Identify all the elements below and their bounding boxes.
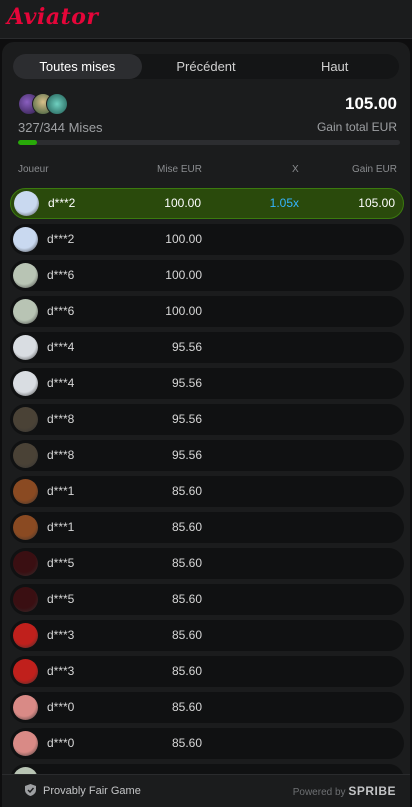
- bet-amount: 85.60: [171, 664, 202, 678]
- table-row: d***4 95.56: [10, 332, 404, 363]
- player-name: d***8: [47, 448, 75, 462]
- avatar: [13, 587, 38, 612]
- table-row: d***1 85.60: [10, 512, 404, 543]
- col-bet: Mise EUR: [157, 164, 203, 175]
- col-multiplier: X: [292, 164, 299, 175]
- bet-amount: 95.56: [171, 448, 202, 462]
- avatar: [13, 695, 38, 720]
- bets-list: d***2 100.00 1.05x 105.00 d***2 100.00 d***6 10…: [10, 188, 404, 800]
- footer: Provably Fair Game Powered by SPRIBE: [2, 774, 410, 807]
- avatar: [13, 659, 38, 684]
- bet-amount: 85.60: [171, 484, 202, 498]
- table-row: d***5 85.60: [10, 548, 404, 579]
- shield-icon: [25, 784, 36, 796]
- table-row: d***8 95.56: [10, 440, 404, 471]
- provably-fair-link[interactable]: Provably Fair Game: [43, 785, 141, 797]
- bets-summary: 327/344 Mises 105.00 Gain total EUR: [2, 90, 410, 150]
- bet-amount: 100.00: [165, 232, 202, 246]
- avatar: [13, 263, 38, 288]
- player-name: d***2: [47, 232, 75, 246]
- multiplier: 1.05x: [269, 196, 299, 210]
- spribe-logo: SPRIBE: [348, 784, 396, 798]
- avatar: [13, 227, 38, 252]
- player-name: d***3: [47, 664, 75, 678]
- player-name: d***6: [47, 304, 75, 318]
- player-name: d***3: [47, 628, 75, 642]
- player-name: d***0: [47, 700, 75, 714]
- tab-previous[interactable]: Précédent: [142, 54, 271, 79]
- avatar: [13, 407, 38, 432]
- player-name: d***2: [48, 196, 76, 210]
- bet-amount: 100.00: [165, 304, 202, 318]
- bet-amount: 85.60: [171, 520, 202, 534]
- table-row: d***4 95.56: [10, 368, 404, 399]
- table-row: d***8 95.56: [10, 404, 404, 435]
- col-gain: Gain EUR: [351, 164, 397, 175]
- avatar: [13, 623, 38, 648]
- table-row: d***2 100.00 1.05x 105.00: [10, 188, 404, 219]
- player-name: d***5: [47, 592, 75, 606]
- player-name: d***6: [47, 268, 75, 282]
- tab-all-bets[interactable]: Toutes mises: [13, 54, 142, 79]
- bet-amount: 85.60: [171, 736, 202, 750]
- powered-by-label: Powered by: [292, 787, 346, 798]
- col-player: Joueur: [18, 164, 49, 175]
- avatar: [13, 551, 38, 576]
- player-name: d***5: [47, 556, 75, 570]
- player-name: d***1: [47, 484, 75, 498]
- bets-progress-bar: [18, 140, 400, 145]
- player-name: d***0: [47, 736, 75, 750]
- table-row: d***6 100.00: [10, 296, 404, 327]
- avatar: [14, 191, 39, 216]
- bet-amount: 85.60: [171, 700, 202, 714]
- tab-top[interactable]: Haut: [270, 54, 399, 79]
- avatar: [13, 731, 38, 756]
- table-row: d***5 85.60: [10, 584, 404, 615]
- player-name: d***8: [47, 412, 75, 426]
- bets-count: 327/344 Mises: [18, 120, 103, 135]
- avatar: [46, 93, 68, 115]
- player-avatars: [18, 93, 78, 115]
- avatar: [13, 371, 38, 396]
- total-win-label: Gain total EUR: [316, 120, 397, 134]
- progress-fill: [18, 140, 38, 145]
- avatar: [13, 515, 38, 540]
- top-bar: Aviator: [0, 0, 412, 39]
- avatar: [13, 299, 38, 324]
- bet-amount: 95.56: [171, 412, 202, 426]
- table-row: d***6 100.00: [10, 260, 404, 291]
- avatar: [13, 335, 38, 360]
- player-name: d***1: [47, 520, 75, 534]
- bet-amount: 85.60: [171, 592, 202, 606]
- table-row: d***0 85.60: [10, 692, 404, 723]
- player-name: d***4: [47, 340, 75, 354]
- table-header: Joueur Mise EUR X Gain EUR: [2, 164, 410, 178]
- table-row: d***3 85.60: [10, 656, 404, 687]
- bets-panel: Toutes mises Précédent Haut 327/344 Mise…: [2, 42, 410, 806]
- aviator-logo: Aviator: [7, 4, 99, 30]
- bet-amount: 100.00: [164, 196, 201, 210]
- powered-by: Powered by SPRIBE: [293, 784, 396, 798]
- win-amount: 105.00: [358, 196, 395, 210]
- bet-amount: 95.56: [171, 340, 202, 354]
- table-row: d***3 85.60: [10, 620, 404, 651]
- bet-amount: 85.60: [171, 628, 202, 642]
- avatar: [13, 443, 38, 468]
- bet-amount: 85.60: [171, 556, 202, 570]
- bet-amount: 95.56: [171, 376, 202, 390]
- player-name: d***4: [47, 376, 75, 390]
- bet-amount: 100.00: [165, 268, 202, 282]
- table-row: d***0 85.60: [10, 728, 404, 759]
- table-row: d***2 100.00: [10, 224, 404, 255]
- bets-tabs: Toutes mises Précédent Haut: [13, 54, 399, 79]
- total-win-amount: 105.00: [345, 94, 397, 113]
- table-row: d***1 85.60: [10, 476, 404, 507]
- avatar: [13, 479, 38, 504]
